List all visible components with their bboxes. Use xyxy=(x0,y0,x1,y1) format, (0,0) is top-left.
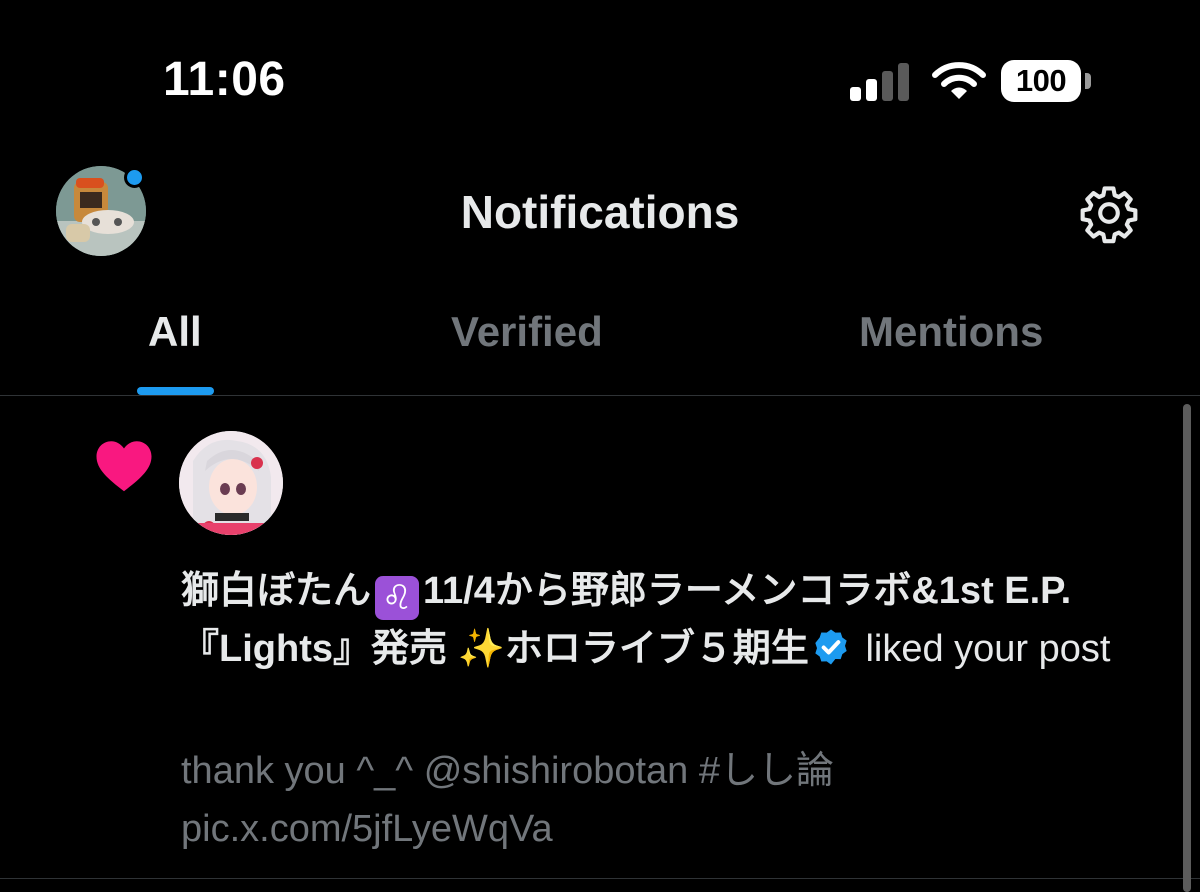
notification-tabs: All Verified Mentions xyxy=(0,300,1200,396)
verified-badge-icon xyxy=(815,629,847,665)
divider xyxy=(0,878,1200,879)
page-title: Notifications xyxy=(460,186,740,238)
status-time: 11:06 xyxy=(163,53,286,106)
active-tab-indicator xyxy=(137,387,214,395)
battery-level: 100 xyxy=(1015,63,1067,98)
divider xyxy=(0,395,1200,396)
display-name-part-1: 獅白ぼたん xyxy=(181,570,372,612)
scrollbar[interactable] xyxy=(1183,404,1191,892)
gear-icon[interactable] xyxy=(1078,182,1140,244)
tab-mentions[interactable]: Mentions xyxy=(859,308,1043,356)
tab-verified[interactable]: Verified xyxy=(451,308,603,356)
notification-action: liked your post xyxy=(865,628,1111,670)
heart-icon xyxy=(96,441,152,492)
notifications-screen: 11:06 100 Notifications All Verified Men… xyxy=(0,0,1200,892)
avatar-image xyxy=(179,431,283,535)
leo-emoji: ♌ xyxy=(375,576,420,620)
status-icons: 100 xyxy=(850,58,1091,104)
wifi-icon xyxy=(932,62,986,99)
notification-text: 獅白ぼたん ♌ 11/4から野郎ラーメンコラボ&1st E.P.『Lights』発売… xyxy=(181,562,1141,678)
post-preview[interactable]: thank you ^_^ @shishirobotan #しし論 pic.x.… xyxy=(181,742,1181,858)
sparkle-emoji: ✨ xyxy=(457,628,505,670)
battery-cap xyxy=(1085,73,1091,89)
cellular-signal-icon xyxy=(850,61,909,101)
user-avatar[interactable] xyxy=(179,431,283,535)
tab-all[interactable]: All xyxy=(148,308,202,356)
battery-icon: 100 xyxy=(1001,60,1081,102)
display-name-part-3: ホロライブ５期生 xyxy=(504,628,809,670)
